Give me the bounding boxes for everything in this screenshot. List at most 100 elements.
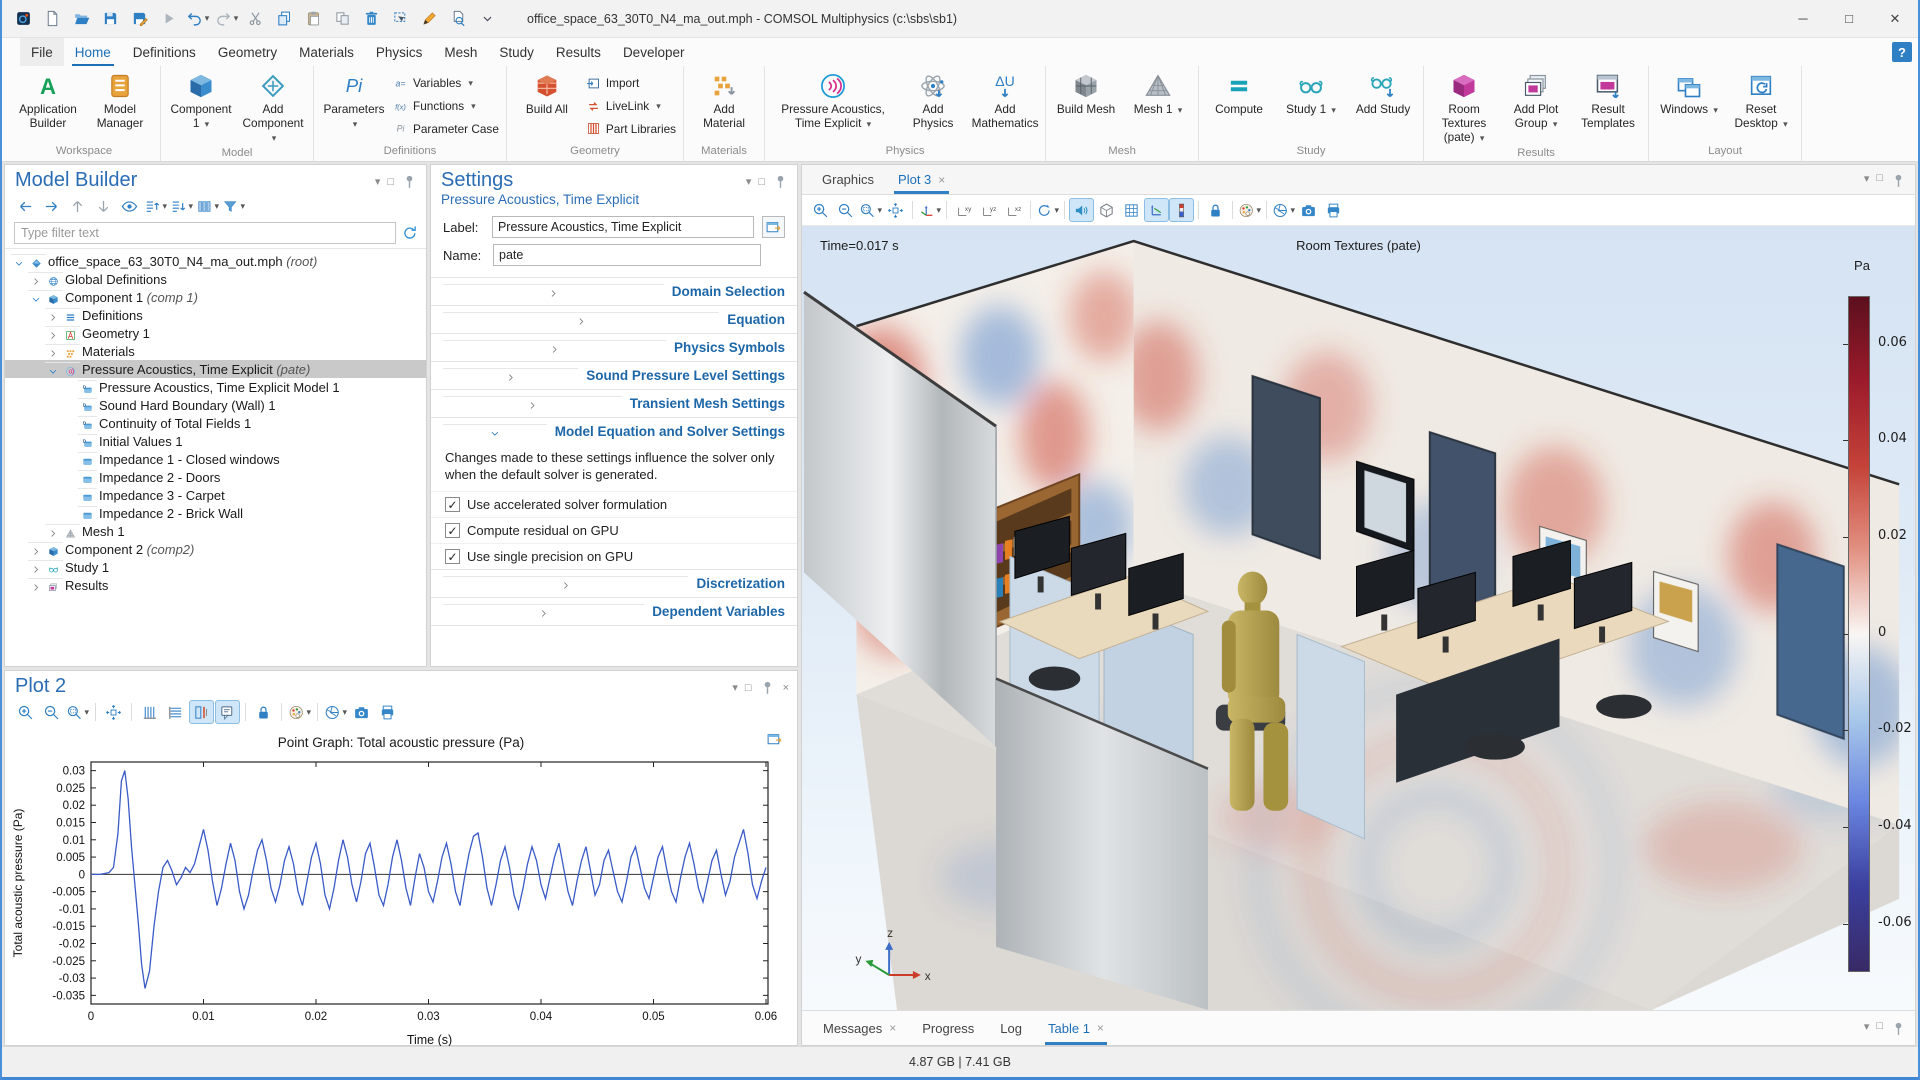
tree-item-mesh-1[interactable]: Mesh 1 [5, 522, 426, 540]
save-button[interactable] [97, 6, 124, 32]
ribbon-component-1[interactable]: Component 1 ▾ [166, 69, 236, 145]
plot2-chart[interactable]: 0.03 0.025 0.02 0.015 0.01 0.005 0 -0.005 -0.01 -… [5, 752, 797, 1074]
bottom-tab-progress[interactable]: Progress [909, 1011, 987, 1045]
tree-item-continuity-of-total-fields-1[interactable]: D Continuity of Total Fields 1 [5, 414, 426, 432]
ribbon-mesh-1[interactable]: Mesh 1 ▾ [1123, 69, 1193, 143]
filter-input[interactable] [14, 222, 396, 244]
tree-item-office-space-63-30t0-n4-ma-out-mph[interactable]: office_space_63_30T0_N4_ma_out.mph (root… [5, 252, 426, 270]
zoom-box-button[interactable]: ▾ [65, 700, 90, 724]
ribbon-add-plot-group[interactable]: Add Plot Group ▾ [1501, 69, 1571, 145]
print-button[interactable] [375, 700, 400, 724]
menu-results[interactable]: Results [545, 38, 612, 66]
menu-definitions[interactable]: Definitions [122, 38, 207, 66]
zoom-extents-button[interactable] [883, 198, 908, 222]
view-yz-button[interactable]: yz [976, 198, 1001, 222]
ribbon-compute[interactable]: Compute [1204, 69, 1274, 143]
ribbon-room-textures-pate[interactable]: Room Textures (pate) ▾ [1429, 69, 1499, 145]
ribbon-study-1[interactable]: Study 1 ▾ [1276, 69, 1346, 143]
float-icon[interactable]: □ [387, 176, 394, 188]
view-xz-button[interactable]: xz [1001, 198, 1026, 222]
bottom-tab-log[interactable]: Log [987, 1011, 1035, 1045]
panel-menu-icon[interactable]: ▾ [375, 175, 381, 188]
nav-up-button[interactable] [65, 194, 90, 218]
tree-item-component-1[interactable]: Component 1 (comp 1) [5, 288, 426, 306]
float-icon[interactable]: □ [1876, 172, 1883, 189]
nav-right-button[interactable] [39, 194, 64, 218]
minimize-button[interactable]: ─ [1780, 0, 1826, 38]
zoom-in-button[interactable] [808, 198, 833, 222]
grid-v-button[interactable] [137, 700, 162, 724]
zoom-box-button[interactable]: ▾ [858, 198, 883, 222]
open-button[interactable] [68, 6, 95, 32]
comsol-logo-button[interactable] [10, 6, 37, 32]
pin-icon[interactable] [759, 679, 776, 696]
grid-h-button[interactable] [163, 700, 188, 724]
help-button[interactable]: ? [1892, 42, 1912, 62]
menu-study[interactable]: Study [488, 38, 545, 66]
checkbox-compute-residual-on-gpu[interactable]: ✓ Compute residual on GPU [431, 517, 797, 543]
name-input[interactable] [493, 244, 761, 266]
speaker-button[interactable] [1069, 198, 1094, 222]
close-tab-icon[interactable]: × [889, 1021, 896, 1035]
nav-left-button[interactable] [13, 194, 38, 218]
ribbon-build-mesh[interactable]: Build Mesh [1051, 69, 1121, 143]
checkbox-use-accelerated-solver-formulation[interactable]: ✓ Use accelerated solver formulation [431, 491, 797, 517]
tree-item-initial-values-1[interactable]: D Initial Values 1 [5, 432, 426, 450]
ribbon-model-manager[interactable]: Model Manager [85, 69, 155, 143]
menu-materials[interactable]: Materials [288, 38, 365, 66]
tree-item-study-1[interactable]: Study 1 [5, 558, 426, 576]
axis-limits-button[interactable] [189, 700, 214, 724]
panel-menu-icon[interactable]: ▾ [1864, 172, 1870, 189]
settings-section-transient-mesh-settings[interactable]: Transient Mesh Settings [431, 389, 797, 417]
ribbon-add-material[interactable]: Add Material [689, 69, 759, 143]
tree-item-sound-hard-boundary-wall-1[interactable]: D Sound Hard Boundary (Wall) 1 [5, 396, 426, 414]
filter-button[interactable]: ▾ [221, 194, 246, 218]
menu-home[interactable]: Home [64, 38, 122, 66]
tree-item-component-2[interactable]: Component 2 (comp2) [5, 540, 426, 558]
ribbon-part-libraries[interactable]: Part Libraries [586, 119, 676, 138]
camera-button[interactable] [1296, 198, 1321, 222]
zoom-out-button[interactable] [39, 700, 64, 724]
lock-button[interactable] [251, 700, 276, 724]
camera-button[interactable] [349, 700, 374, 724]
tree-item-pressure-acoustics-time-explicit[interactable]: Pressure Acoustics, Time Explicit (pate) [5, 360, 426, 378]
move-down-button[interactable]: ▾ [169, 194, 194, 218]
ribbon-add-component[interactable]: Add Component ▾ [238, 69, 308, 145]
ribbon-build-all[interactable]: Build All [512, 69, 582, 143]
update-button[interactable]: ▾ [323, 700, 348, 724]
tree-item-geometry-1[interactable]: Geometry 1 [5, 324, 426, 342]
pin-icon[interactable] [401, 173, 418, 190]
ribbon-livelink[interactable]: LiveLink ▾ [586, 97, 676, 116]
rotate-button[interactable]: ▾ [1035, 198, 1060, 222]
pin-icon[interactable] [1890, 172, 1907, 189]
copy-button[interactable] [271, 6, 298, 32]
ribbon-add-mathematics[interactable]: ΔU Add Mathematics [970, 69, 1040, 143]
nav-down-button[interactable] [91, 194, 116, 218]
zoom-in-button[interactable] [13, 700, 38, 724]
view-xy-button[interactable]: xy [951, 198, 976, 222]
ribbon-add-study[interactable]: Add Study [1348, 69, 1418, 143]
tree-item-impedance-1-closed-windows[interactable]: Impedance 1 - Closed windows [5, 450, 426, 468]
paste-button[interactable] [300, 6, 327, 32]
tree-item-pressure-acoustics-time-explicit-model-1[interactable]: D Pressure Acoustics, Time Explicit Model… [5, 378, 426, 396]
settings-section-physics-symbols[interactable]: Physics Symbols [431, 333, 797, 361]
ribbon-parameters[interactable]: Pi Parameters ▾ [319, 69, 389, 143]
zoom-out-button[interactable] [833, 198, 858, 222]
detach-plot-icon[interactable] [766, 731, 783, 748]
ribbon-variables[interactable]: a= Variables ▾ [393, 74, 499, 93]
ribbon-application-builder[interactable]: A Application Builder [13, 69, 83, 143]
axes-view-button[interactable]: ▾ [917, 198, 942, 222]
redo-button[interactable]: ▾ [213, 6, 240, 32]
palette-button[interactable]: ▾ [287, 700, 312, 724]
rename-button[interactable] [761, 216, 785, 238]
chev-more-button[interactable] [474, 6, 501, 32]
tree-item-impedance-2-doors[interactable]: Impedance 2 - Doors [5, 468, 426, 486]
tree-item-global-definitions[interactable]: Global Definitions [5, 270, 426, 288]
close-tab-icon[interactable]: × [938, 173, 945, 187]
settings-section-dependent-variables[interactable]: Dependent Variables [431, 597, 797, 625]
close-button[interactable]: ✕ [1872, 0, 1918, 38]
pin-icon[interactable] [772, 173, 789, 190]
label-input[interactable] [491, 216, 754, 238]
tree-item-definitions[interactable]: Definitions [5, 306, 426, 324]
tree-item-impedance-3-carpet[interactable]: Impedance 3 - Carpet [5, 486, 426, 504]
